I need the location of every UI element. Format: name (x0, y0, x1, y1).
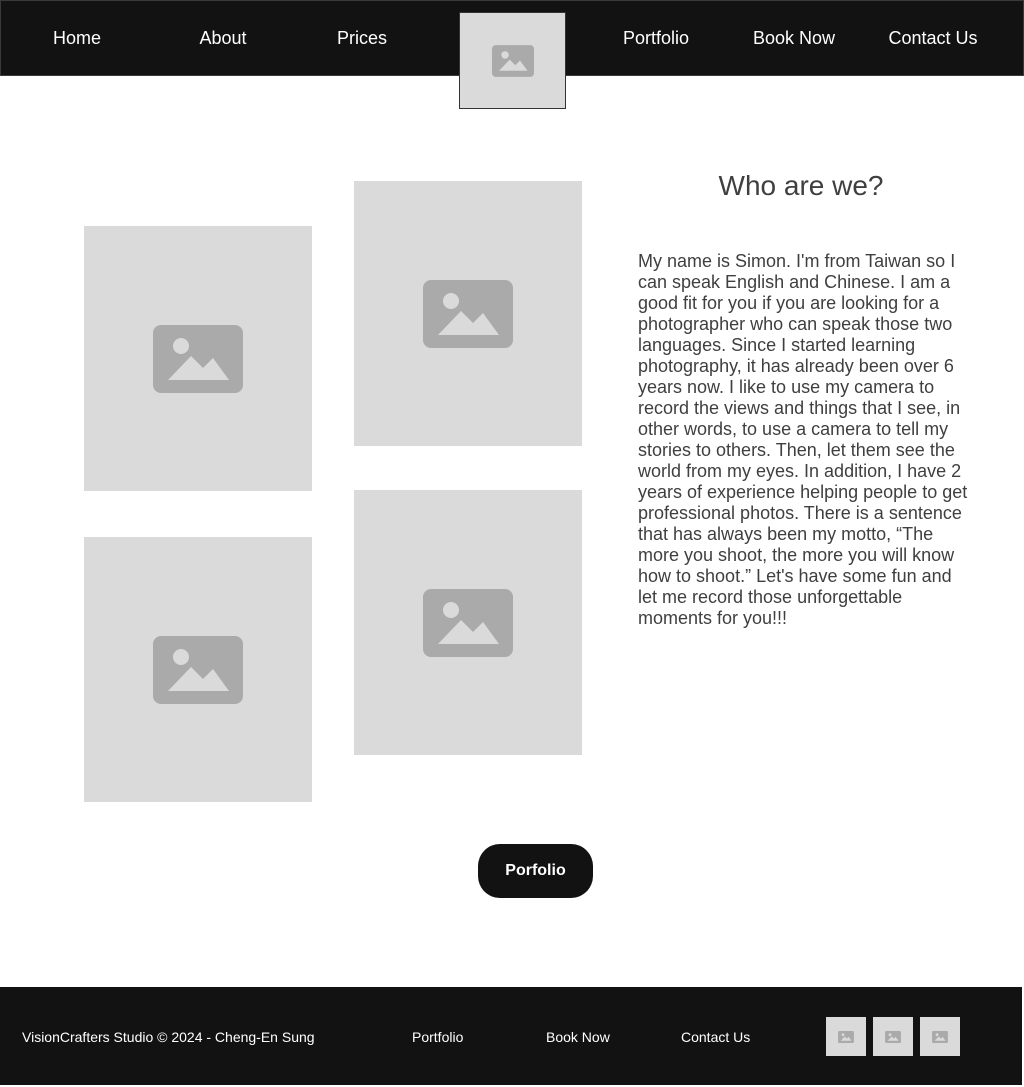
gallery-image-1 (84, 226, 312, 491)
image-placeholder-icon (153, 324, 243, 393)
about-heading: Who are we? (718, 170, 884, 201)
image-placeholder-icon (838, 1030, 854, 1043)
image-placeholder-icon (423, 588, 513, 657)
nav-about-link[interactable]: About (199, 1, 246, 75)
nav-contact-us-link[interactable]: Contact Us (888, 1, 977, 75)
gallery-image-2 (354, 181, 582, 446)
social-link-2[interactable] (873, 1017, 913, 1056)
portfolio-button[interactable]: Porfolio (478, 844, 593, 898)
image-placeholder-icon (932, 1030, 948, 1043)
social-link-1[interactable] (826, 1017, 866, 1056)
logo[interactable] (459, 12, 566, 109)
image-placeholder-icon (491, 44, 534, 77)
gallery-image-3 (84, 537, 312, 802)
footer-book-now-link[interactable]: Book Now (546, 987, 610, 1085)
social-link-3[interactable] (920, 1017, 960, 1056)
nav-portfolio-link[interactable]: Portfolio (623, 1, 689, 75)
footer-copyright: VisionCrafters Studio © 2024 - Cheng-En … (22, 1029, 315, 1045)
image-placeholder-icon (153, 635, 243, 704)
footer-contact-us-link[interactable]: Contact Us (681, 987, 750, 1085)
footer: VisionCrafters Studio © 2024 - Cheng-En … (0, 987, 1022, 1085)
image-placeholder-icon (885, 1030, 901, 1043)
image-placeholder-icon (423, 279, 513, 348)
nav-book-now-link[interactable]: Book Now (753, 1, 835, 75)
nav-home-link[interactable]: Home (53, 1, 101, 75)
footer-portfolio-link[interactable]: Portfolio (412, 987, 463, 1085)
about-paragraph: My name is Simon. I'm from Taiwan so I c… (638, 251, 968, 628)
nav-prices-link[interactable]: Prices (337, 1, 387, 75)
gallery-image-4 (354, 490, 582, 755)
